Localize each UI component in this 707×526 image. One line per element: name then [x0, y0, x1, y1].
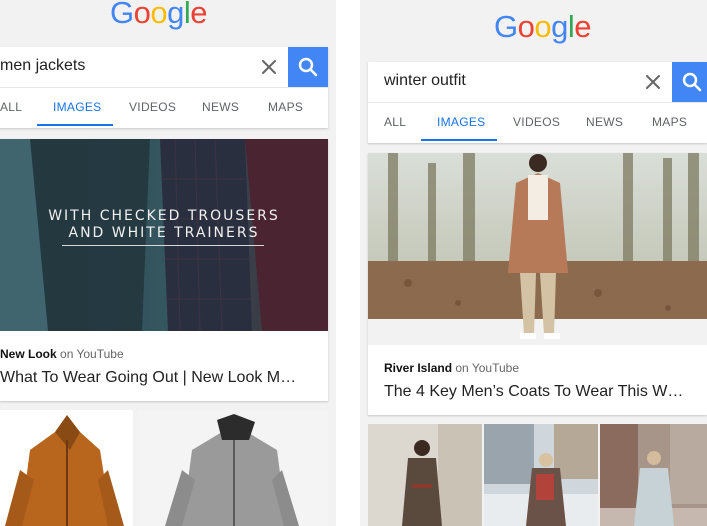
- search-box: men jackets ALL IMAGES VIDEOS NEWS MAPS: [0, 47, 328, 128]
- result-title[interactable]: What To Wear Going Out | New Look Me...: [0, 369, 300, 387]
- tab-news[interactable]: NEWS: [586, 115, 623, 129]
- result-title[interactable]: The 4 Key Men’s Coats To Wear This Wi...: [384, 383, 684, 401]
- search-row: men jackets: [0, 47, 328, 87]
- logo-letter: o: [517, 9, 535, 44]
- image-thumbnail[interactable]: [0, 410, 133, 526]
- result-source: River Island on YouTube: [384, 361, 519, 375]
- tab-maps[interactable]: MAPS: [268, 100, 303, 114]
- logo-letter: g: [551, 9, 568, 44]
- caption-divider: [62, 245, 264, 246]
- tab-news[interactable]: NEWS: [202, 100, 239, 114]
- logo-letter: g: [167, 0, 184, 30]
- tab-videos[interactable]: VIDEOS: [129, 100, 176, 114]
- result-card[interactable]: River Island on YouTube The 4 Key Men’s …: [368, 153, 707, 415]
- active-tab-indicator: [421, 139, 497, 141]
- tab-videos[interactable]: VIDEOS: [513, 115, 560, 129]
- logo-letter: o: [150, 0, 168, 30]
- active-tab-indicator: [37, 124, 113, 126]
- clear-icon[interactable]: [254, 52, 284, 82]
- logo-letter: e: [574, 9, 592, 44]
- result-source: New Look on YouTube: [0, 347, 124, 361]
- source-platform: on YouTube: [455, 361, 519, 375]
- google-logo[interactable]: Google: [110, 0, 208, 31]
- search-row: winter outfit: [368, 62, 707, 102]
- tab-images[interactable]: IMAGES: [53, 100, 101, 114]
- left-search-panel: Google men jackets ALL IMAGES VIDEOS NEW…: [0, 0, 336, 526]
- image-caption-line: WITH CHECKED TROUSERS: [48, 208, 280, 224]
- clear-icon[interactable]: [638, 67, 668, 97]
- tab-maps[interactable]: MAPS: [652, 115, 687, 129]
- google-logo[interactable]: Google: [494, 9, 592, 45]
- image-thumbnail[interactable]: [368, 424, 482, 526]
- tabs-divider: [368, 102, 707, 103]
- image-thumbnail[interactable]: [600, 424, 707, 526]
- source-name: River Island: [384, 361, 453, 375]
- logo-letter: o: [133, 0, 151, 30]
- search-button[interactable]: [288, 47, 328, 87]
- image-thumbnail[interactable]: [137, 410, 328, 526]
- search-input[interactable]: winter outfit: [384, 72, 466, 90]
- result-card[interactable]: WITH CHECKED TROUSERS AND WHITE TRAINERS…: [0, 139, 328, 401]
- logo-letter: G: [494, 9, 518, 44]
- tab-all[interactable]: ALL: [384, 115, 406, 129]
- logo-letter: G: [110, 0, 134, 30]
- search-button[interactable]: [672, 62, 707, 102]
- search-input[interactable]: men jackets: [0, 57, 85, 75]
- source-platform: on YouTube: [60, 347, 124, 361]
- search-box: winter outfit ALL IMAGES VIDEOS NEWS MAP…: [368, 62, 707, 143]
- tab-images[interactable]: IMAGES: [437, 115, 485, 129]
- result-image[interactable]: WITH CHECKED TROUSERS AND WHITE TRAINERS: [0, 139, 328, 331]
- result-image[interactable]: [368, 153, 707, 345]
- image-thumbnail[interactable]: [484, 424, 598, 526]
- tab-all[interactable]: ALL: [0, 100, 22, 114]
- tabs-divider: [0, 87, 328, 88]
- source-name: New Look: [0, 347, 57, 361]
- logo-letter: o: [534, 9, 552, 44]
- image-caption-line: AND WHITE TRAINERS: [68, 225, 260, 241]
- logo-letter: e: [190, 0, 208, 30]
- right-search-panel: Google winter outfit ALL IMAGES VIDEOS N…: [360, 0, 707, 526]
